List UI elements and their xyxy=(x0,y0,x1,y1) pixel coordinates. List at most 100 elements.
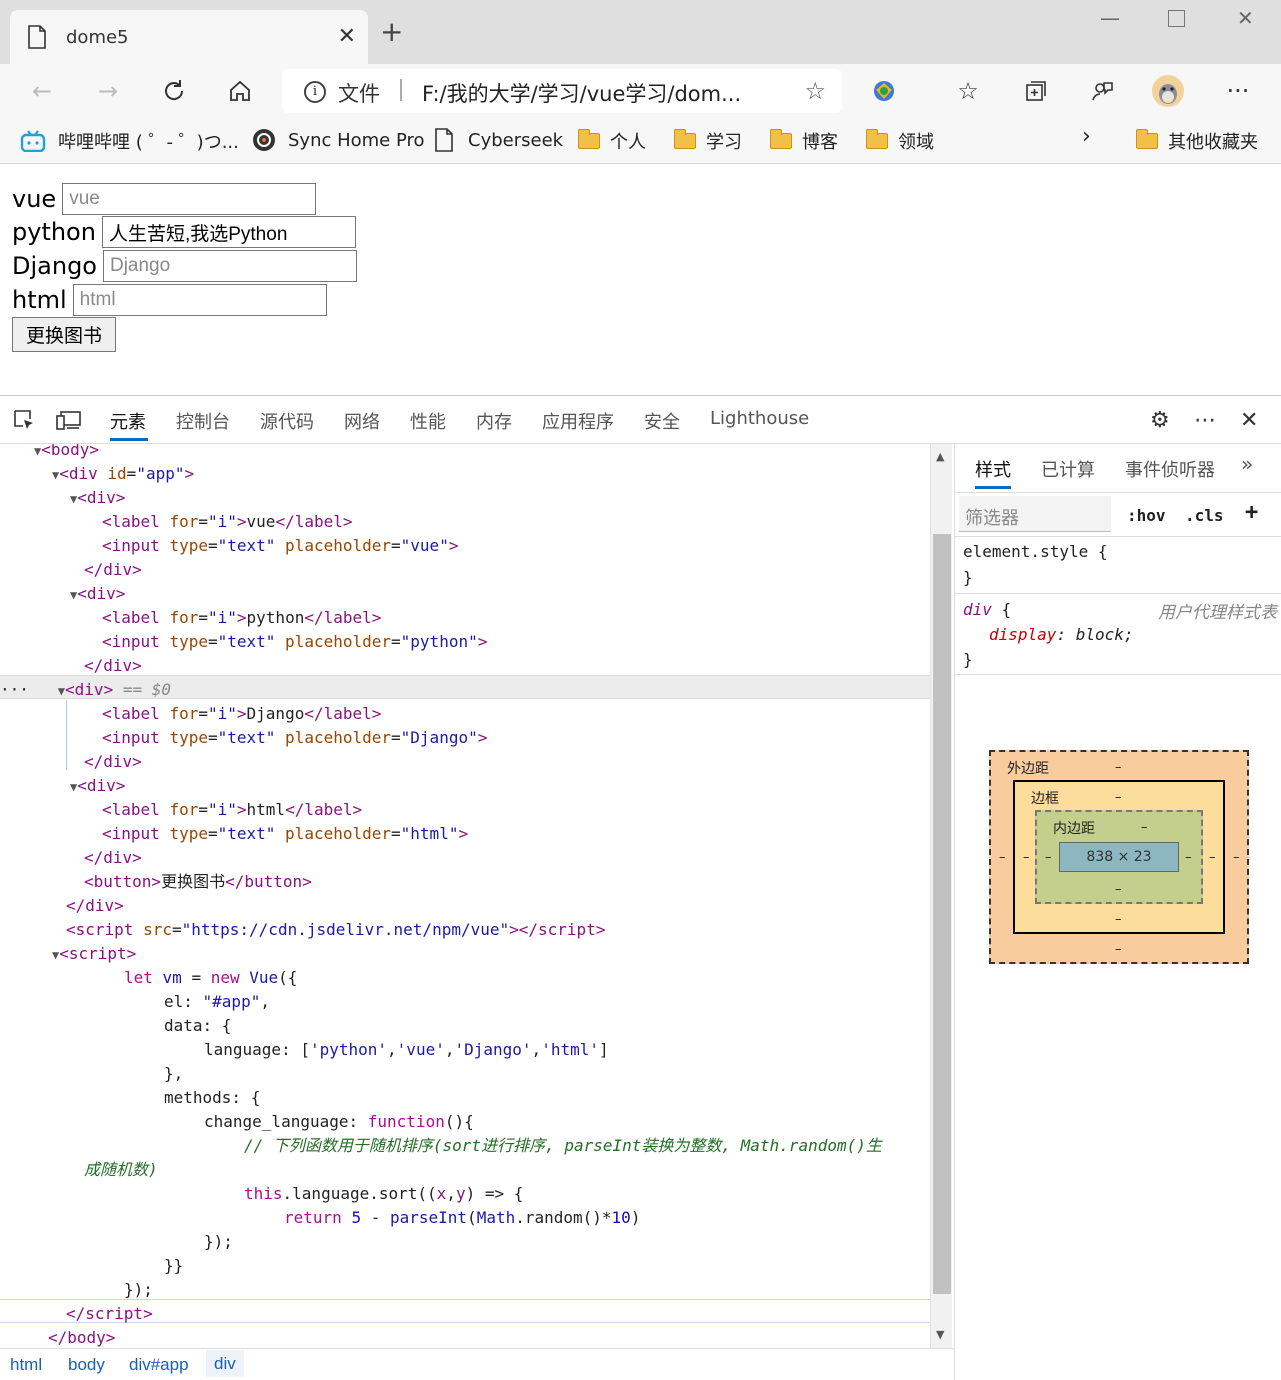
more-tabs-chevron-icon[interactable]: » xyxy=(1241,452,1253,476)
dom-line[interactable]: <input type="text" placeholder="vue"> xyxy=(102,534,458,558)
dom-line[interactable]: </div> xyxy=(84,750,142,774)
bookmark-folder-personal[interactable]: 个人 xyxy=(578,128,646,154)
python-input[interactable] xyxy=(101,216,356,248)
device-toolbar-icon[interactable] xyxy=(56,408,82,438)
dom-line[interactable]: <input type="text" placeholder="html"> xyxy=(102,822,468,846)
minimize-icon[interactable]: — xyxy=(1100,6,1120,30)
settings-gear-icon[interactable]: ⚙ xyxy=(1150,408,1170,433)
tab-network[interactable]: 网络 xyxy=(344,408,380,434)
bookmarks-overflow-chevron-icon[interactable]: › xyxy=(1082,124,1091,149)
profile-avatar[interactable] xyxy=(1150,73,1186,109)
box-model-border[interactable]: 边框 – – – – 内边距 – – – – 838 × 23 xyxy=(1013,780,1225,934)
tab-elements[interactable]: 元素 xyxy=(110,408,146,434)
dom-line[interactable]: </div> xyxy=(84,654,142,678)
dom-line[interactable]: </div> xyxy=(66,894,124,918)
margin-left-value[interactable]: – xyxy=(999,850,1006,865)
dom-line[interactable]: <label for="i">vue</label> xyxy=(102,510,353,534)
dom-line[interactable]: <label for="i">python</label> xyxy=(102,606,381,630)
dom-line[interactable]: ▼<body> xyxy=(34,444,99,462)
info-icon[interactable]: i xyxy=(304,81,326,103)
dom-line-selected[interactable]: ··· ▼<div> == $0 xyxy=(0,678,171,702)
hover-state-button[interactable]: :hov xyxy=(1127,506,1166,525)
tab-sources[interactable]: 源代码 xyxy=(260,408,314,434)
dom-line[interactable]: </script> xyxy=(66,1302,153,1326)
elements-scrollbar[interactable]: ▲ ▼ xyxy=(930,444,952,1348)
tab-memory[interactable]: 内存 xyxy=(476,408,512,434)
dom-line[interactable]: ▼<div id="app"> xyxy=(52,462,194,486)
browser-tab[interactable]: dome5 ✕ xyxy=(10,10,368,64)
scrollbar-thumb[interactable] xyxy=(933,534,951,1294)
bookmark-folder-blog[interactable]: 博客 xyxy=(770,128,838,154)
address-url[interactable]: F:/我的大学/学习/vue学习/dom... xyxy=(422,78,741,108)
element-style-rule[interactable]: element.style { xyxy=(963,542,1108,561)
extension-icon[interactable] xyxy=(866,73,902,109)
dom-line[interactable]: <button>更换图书</button> xyxy=(84,870,312,894)
dom-line[interactable]: </body> xyxy=(48,1326,115,1348)
vue-input[interactable] xyxy=(62,183,317,215)
address-bar[interactable]: i 文件 F:/我的大学/学习/vue学习/dom... ☆ xyxy=(282,69,842,113)
refresh-icon[interactable] xyxy=(156,73,192,109)
back-icon[interactable]: ← xyxy=(24,73,60,109)
html-input[interactable] xyxy=(72,284,327,316)
dom-line[interactable]: <label for="i">Django</label> xyxy=(102,702,381,726)
border-left-value[interactable]: – xyxy=(1023,850,1030,865)
scroll-down-arrow-icon[interactable]: ▼ xyxy=(936,1328,944,1341)
box-model-content-size[interactable]: 838 × 23 xyxy=(1059,842,1179,872)
padding-right-value[interactable]: – xyxy=(1185,850,1192,865)
padding-bottom-value[interactable]: – xyxy=(1115,882,1122,897)
breadcrumb-div-app[interactable]: div#app xyxy=(129,1355,189,1375)
more-options-icon[interactable]: ⋯ xyxy=(1194,408,1216,433)
tab-console[interactable]: 控制台 xyxy=(176,408,230,434)
tab-performance[interactable]: 性能 xyxy=(410,408,446,434)
bookmark-folder-study[interactable]: 学习 xyxy=(674,128,742,154)
new-rule-plus-icon[interactable]: + xyxy=(1245,500,1258,525)
tab-security[interactable]: 安全 xyxy=(644,408,680,434)
breadcrumb-body[interactable]: body xyxy=(68,1355,105,1375)
dom-line[interactable]: <input type="text" placeholder="python"> xyxy=(102,630,487,654)
breadcrumb-div[interactable]: div xyxy=(206,1350,244,1377)
tab-computed[interactable]: 已计算 xyxy=(1041,456,1095,482)
close-window-icon[interactable]: ✕ xyxy=(1237,6,1254,30)
tab-styles[interactable]: 样式 xyxy=(975,456,1011,482)
close-devtools-icon[interactable]: ✕ xyxy=(1240,408,1258,433)
favorite-star-icon[interactable]: ☆ xyxy=(804,77,826,105)
dom-line[interactable]: <script src="https://cdn.jsdelivr.net/np… xyxy=(66,918,605,942)
tab-lighthouse[interactable]: Lighthouse xyxy=(710,408,809,429)
tab-event-listeners[interactable]: 事件侦听器 xyxy=(1125,456,1215,482)
dom-line[interactable]: <input type="text" placeholder="Django"> xyxy=(102,726,487,750)
feedback-icon[interactable] xyxy=(1084,73,1120,109)
dom-line[interactable]: ▼<script> xyxy=(52,942,136,966)
bookmark-cyberseek[interactable]: Cyberseek xyxy=(434,128,563,152)
tab-application[interactable]: 应用程序 xyxy=(542,408,614,434)
maximize-icon[interactable] xyxy=(1168,10,1185,27)
border-right-value[interactable]: – xyxy=(1209,850,1216,865)
margin-right-value[interactable]: – xyxy=(1233,850,1240,865)
bookmark-bilibili[interactable]: 哔哩哔哩 ( ゜- ゜)つ... xyxy=(20,128,239,154)
box-model-margin[interactable]: 外边距 – – – – 边框 – – – – 内边距 – – – – 838 ×… xyxy=(989,750,1249,964)
home-icon[interactable] xyxy=(222,73,258,109)
class-toggle-button[interactable]: .cls xyxy=(1185,506,1224,525)
inspect-element-icon[interactable] xyxy=(12,408,36,438)
styles-filter-input[interactable]: 筛选器 xyxy=(959,496,1111,532)
ua-rule-declaration[interactable]: display: block; xyxy=(989,625,1134,644)
bookmark-folder-other[interactable]: 其他收藏夹 xyxy=(1136,128,1258,154)
bookmark-sync-home-pro[interactable]: Sync Home Pro xyxy=(252,128,425,152)
dom-line[interactable]: </div> xyxy=(84,846,142,870)
margin-bottom-value[interactable]: – xyxy=(1115,942,1122,957)
border-top-value[interactable]: – xyxy=(1115,790,1122,805)
breadcrumb-html[interactable]: html xyxy=(10,1355,42,1375)
dom-line[interactable]: <label for="i">html</label> xyxy=(102,798,362,822)
dom-line[interactable]: ▼<div> xyxy=(70,582,125,606)
collections-icon[interactable] xyxy=(1018,73,1054,109)
forward-icon[interactable]: → xyxy=(90,73,126,109)
dom-line[interactable]: ▼<div> xyxy=(70,774,125,798)
more-icon[interactable]: ··· xyxy=(1220,73,1256,109)
ua-rule-selector[interactable]: div { xyxy=(963,600,1011,619)
django-input[interactable] xyxy=(102,250,357,282)
padding-left-value[interactable]: – xyxy=(1045,850,1052,865)
dom-line[interactable]: ▼<div> xyxy=(70,486,125,510)
padding-top-value[interactable]: – xyxy=(1141,820,1148,835)
bookmark-folder-domain[interactable]: 领域 xyxy=(866,128,934,154)
box-model-padding[interactable]: 内边距 – – – – 838 × 23 xyxy=(1035,810,1203,904)
border-bottom-value[interactable]: – xyxy=(1115,912,1122,927)
